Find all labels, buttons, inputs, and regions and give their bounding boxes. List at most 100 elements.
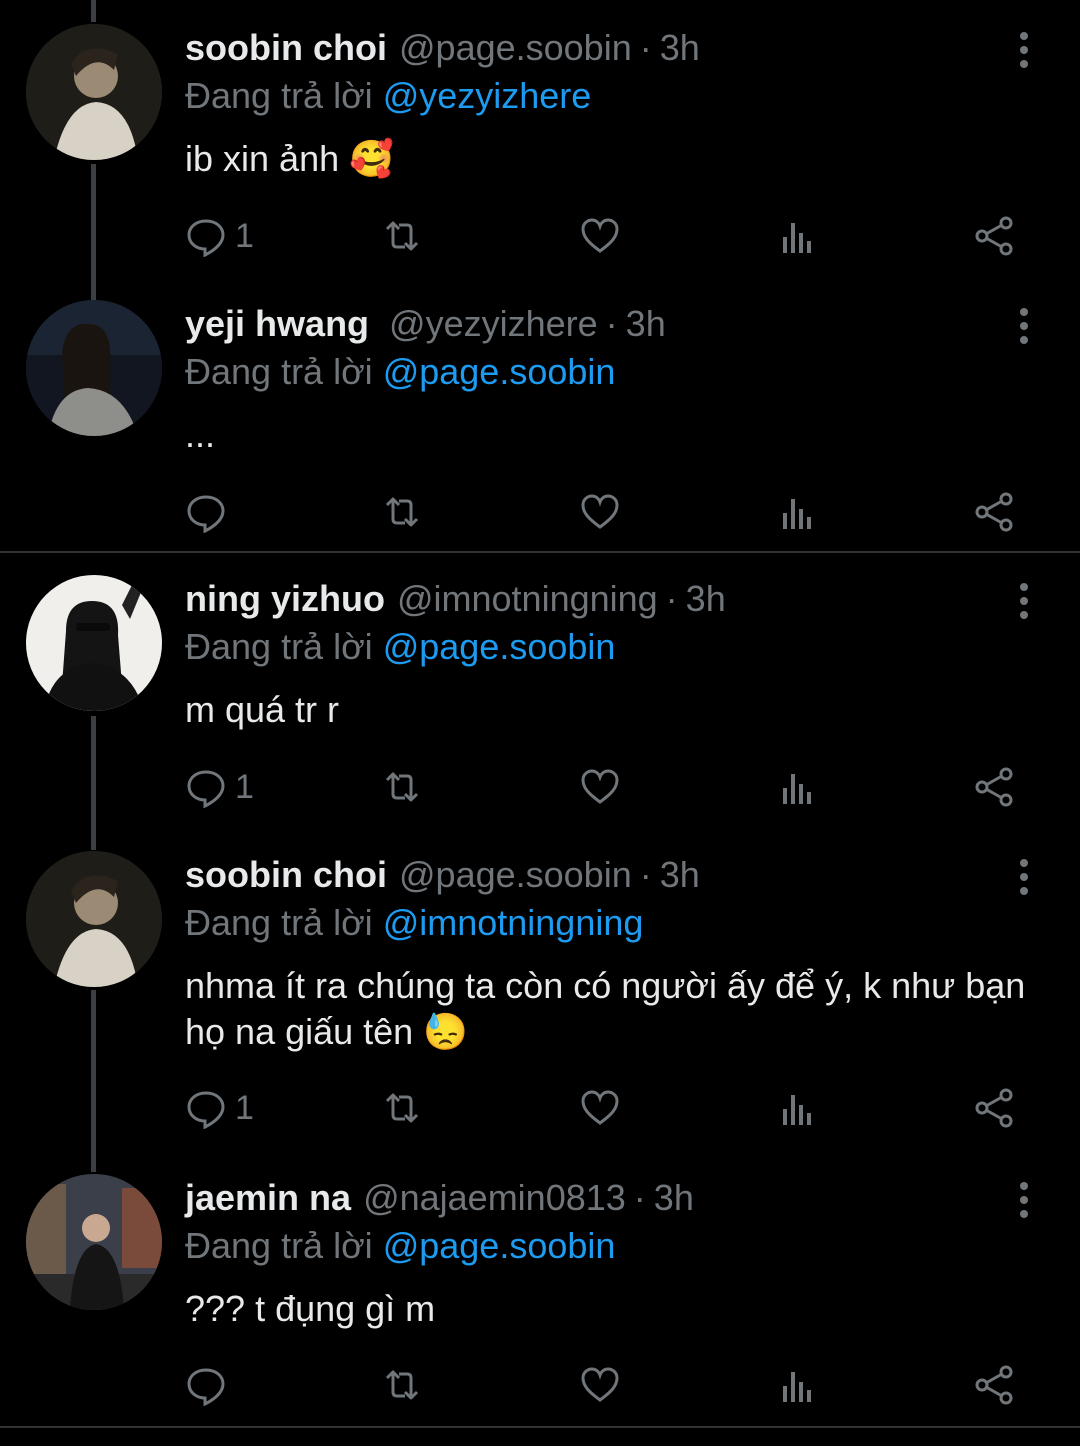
share-icon — [975, 1365, 1013, 1405]
replying-to: Đang trả lời @imnotningning — [185, 899, 643, 947]
views-icon — [783, 223, 811, 253]
more-icon[interactable] — [1006, 306, 1042, 346]
replying-to: Đang trả lời @yezyizhere — [185, 72, 591, 120]
like-button[interactable] — [579, 762, 621, 812]
share-button[interactable] — [973, 487, 1015, 537]
reply-button[interactable] — [185, 1360, 235, 1410]
retweet-button[interactable] — [381, 1083, 423, 1133]
like-button[interactable] — [579, 211, 621, 261]
reply-button[interactable]: 1 — [185, 211, 254, 261]
like-icon — [581, 218, 619, 253]
tweet[interactable]: soobin choi @page.soobin · 3h Đang trả l… — [0, 851, 1080, 1141]
mention-link[interactable]: @yezyizhere — [383, 75, 592, 116]
timestamp[interactable]: 3h — [626, 300, 666, 348]
retweet-button[interactable] — [381, 487, 423, 537]
views-icon — [783, 774, 811, 804]
action-bar — [185, 487, 1035, 537]
replying-to: Đang trả lời @page.soobin — [185, 348, 615, 396]
more-icon[interactable] — [1006, 1180, 1042, 1220]
avatar[interactable] — [26, 24, 162, 160]
replying-to: Đang trả lời @page.soobin — [185, 623, 615, 671]
retweet-icon — [385, 497, 419, 527]
reply-icon — [187, 1091, 225, 1129]
share-icon — [975, 492, 1013, 532]
timestamp[interactable]: 3h — [686, 575, 726, 623]
like-icon — [581, 494, 619, 529]
like-icon — [581, 1090, 619, 1125]
reply-count: 1 — [235, 1088, 254, 1127]
share-button[interactable] — [973, 211, 1015, 261]
tweet-text: ??? t đụng gì m — [185, 1288, 436, 1329]
like-button[interactable] — [579, 487, 621, 537]
views-button[interactable] — [777, 762, 819, 812]
tweet[interactable]: yeji hwang @yezyizhere · 3h Đang trả lời… — [0, 300, 1080, 550]
user-handle: @page.soobin — [399, 854, 632, 895]
share-button[interactable] — [973, 762, 1015, 812]
share-button[interactable] — [973, 1083, 1015, 1133]
like-icon — [581, 769, 619, 804]
more-icon[interactable] — [1006, 857, 1042, 897]
retweet-button[interactable] — [381, 762, 423, 812]
display-name[interactable]: ning yizhuo — [185, 575, 385, 623]
views-button[interactable] — [777, 1360, 819, 1410]
reply-icon — [187, 1368, 225, 1406]
tweet-text: nhma ít ra chúng ta còn có người ấy để ý… — [185, 965, 1026, 1052]
views-icon — [783, 499, 811, 529]
replying-to-label: Đang trả lời — [185, 351, 373, 392]
timestamp[interactable]: 3h — [660, 24, 700, 72]
views-button[interactable] — [777, 487, 819, 537]
reply-button[interactable]: 1 — [185, 762, 254, 812]
mention-link[interactable]: @page.soobin — [383, 626, 616, 667]
share-icon — [975, 1088, 1013, 1128]
retweet-icon — [385, 772, 419, 802]
replying-to-label: Đang trả lời — [185, 626, 373, 667]
more-icon[interactable] — [1006, 581, 1042, 621]
timestamp[interactable]: 3h — [660, 851, 700, 899]
tweet[interactable]: soobin choi @page.soobin · 3h Đang trả l… — [0, 24, 1080, 274]
views-icon — [783, 1372, 811, 1402]
tweet-text: ... — [185, 414, 216, 455]
thread-divider — [0, 551, 1080, 553]
avatar[interactable] — [26, 1174, 162, 1310]
display-name[interactable]: jaemin na — [185, 1174, 351, 1222]
timestamp[interactable]: 3h — [654, 1174, 694, 1222]
like-icon — [581, 1367, 619, 1402]
share-icon — [975, 216, 1013, 256]
reply-count: 1 — [235, 216, 254, 255]
avatar[interactable] — [26, 575, 162, 711]
more-icon[interactable] — [1006, 30, 1042, 70]
mention-link[interactable]: @imnotningning — [383, 902, 644, 943]
bottom-divider — [0, 1426, 1080, 1428]
reply-button[interactable]: 1 — [185, 1083, 254, 1133]
separator-dot: · — [665, 578, 678, 619]
retweet-button[interactable] — [381, 211, 423, 261]
mention-link[interactable]: @page.soobin — [383, 1225, 616, 1266]
thread-line — [91, 0, 96, 22]
reply-button[interactable] — [185, 487, 235, 537]
reply-icon — [187, 495, 225, 533]
display-name[interactable]: yeji hwang — [185, 300, 369, 348]
views-button[interactable] — [777, 1083, 819, 1133]
like-button[interactable] — [579, 1360, 621, 1410]
action-bar: 1 — [185, 211, 1035, 261]
avatar[interactable] — [26, 851, 162, 987]
like-button[interactable] — [579, 1083, 621, 1133]
mention-link[interactable]: @page.soobin — [383, 351, 616, 392]
retweet-button[interactable] — [381, 1360, 423, 1410]
user-handle: @imnotningning — [396, 578, 658, 619]
replying-to-label: Đang trả lời — [185, 1225, 373, 1266]
views-button[interactable] — [777, 211, 819, 261]
action-bar: 1 — [185, 762, 1035, 812]
tweet-header: yeji hwang @yezyizhere · 3h — [185, 300, 666, 348]
display-name[interactable]: soobin choi — [185, 24, 387, 72]
tweet[interactable]: jaemin na @najaemin0813 · 3h Đang trả lờ… — [0, 1174, 1080, 1424]
tweet[interactable]: ning yizhuo @imnotningning · 3h Đang trả… — [0, 575, 1080, 825]
reply-icon — [187, 770, 225, 808]
retweet-icon — [385, 1370, 419, 1400]
display-name[interactable]: soobin choi — [185, 851, 387, 899]
tweet-text: m quá tr r — [185, 689, 340, 730]
replying-to-label: Đang trả lời — [185, 75, 373, 116]
avatar[interactable] — [26, 300, 162, 436]
user-handle: @page.soobin — [399, 27, 632, 68]
share-button[interactable] — [973, 1360, 1015, 1410]
